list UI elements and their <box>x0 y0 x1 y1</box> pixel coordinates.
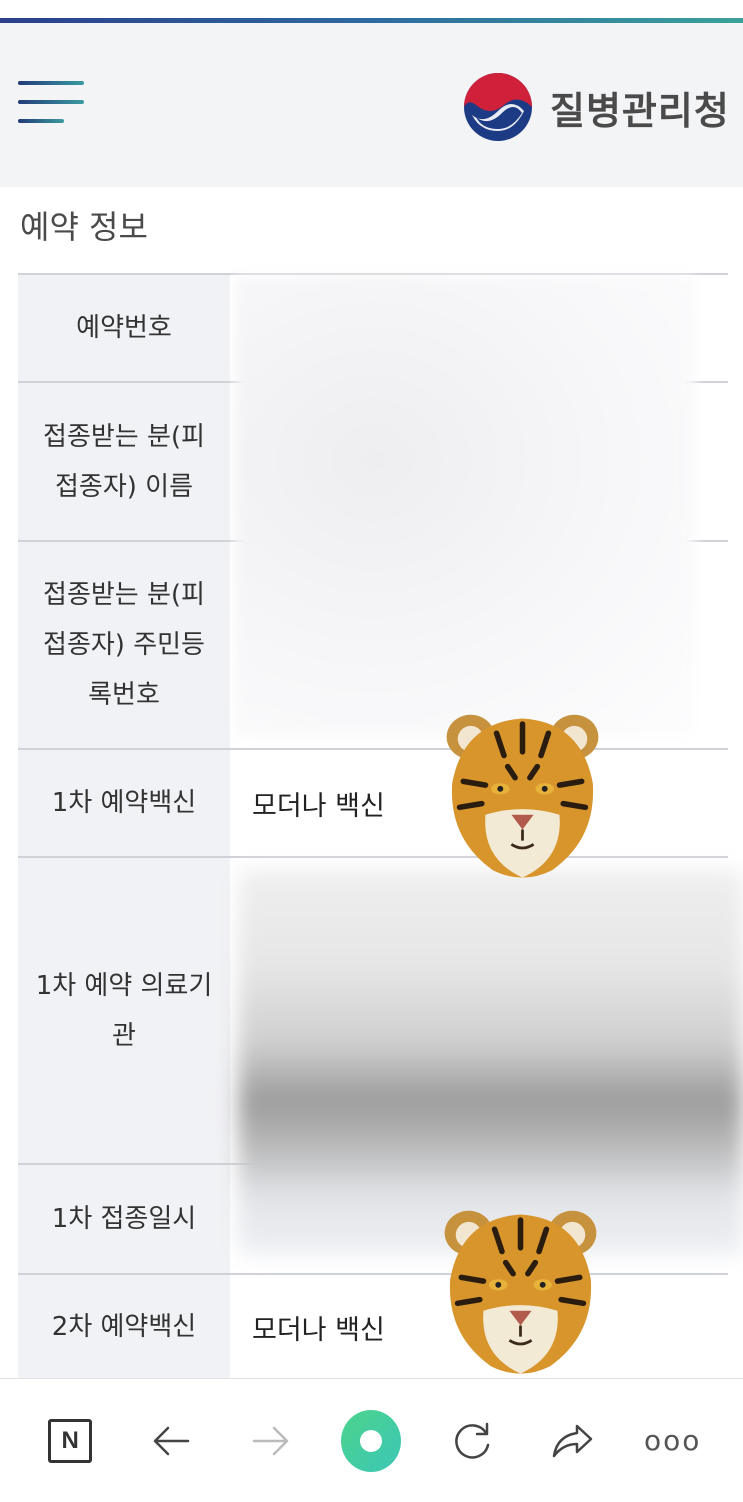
row-label: 접종받는 분(피 접종자) 이름 <box>18 383 230 540</box>
share-icon <box>553 1424 593 1457</box>
reload-button[interactable] <box>442 1411 502 1471</box>
home-circle-icon <box>341 1409 402 1472</box>
forward-button[interactable] <box>241 1411 301 1471</box>
logo[interactable]: 질병관리청 <box>462 71 730 143</box>
browser-bottom-bar: N ooo <box>0 1378 743 1502</box>
header: 질병관리청 <box>0 23 743 187</box>
logo-text: 질병관리청 <box>550 88 730 133</box>
section-title: 예약 정보 <box>20 208 148 246</box>
row-label: 1차 예약 의료기관 <box>18 858 230 1163</box>
back-arrow-icon <box>153 1426 189 1455</box>
reload-icon <box>455 1422 490 1459</box>
row-label: 1차 예약백신 <box>18 750 230 856</box>
row-label: 예약번호 <box>18 275 230 381</box>
government-logo-icon <box>464 73 532 141</box>
table-row: 1차 예약백신 모더나 백신 <box>18 748 728 856</box>
row-label: 접종받는 분(피 접종자) 주민등록번호 <box>18 542 230 748</box>
menu-icon[interactable] <box>18 81 84 127</box>
naver-n-icon: N <box>48 1418 93 1463</box>
naver-home-button[interactable]: N <box>40 1411 100 1471</box>
tiger-sticker-icon <box>446 714 599 878</box>
more-icon: ooo <box>644 1424 702 1457</box>
row-label: 2차 예약백신 <box>18 1275 230 1379</box>
blurred-personal-info <box>235 276 695 736</box>
green-dot-button[interactable] <box>341 1409 402 1472</box>
more-button[interactable]: ooo <box>643 1411 703 1471</box>
table-row: 2차 예약백신 모더나 백신 <box>18 1273 728 1379</box>
back-button[interactable] <box>141 1411 201 1471</box>
row-label: 1차 접종일시 <box>18 1165 230 1273</box>
tiger-sticker-icon <box>444 1210 597 1374</box>
forward-arrow-icon <box>252 1426 289 1455</box>
share-button[interactable] <box>542 1411 602 1471</box>
